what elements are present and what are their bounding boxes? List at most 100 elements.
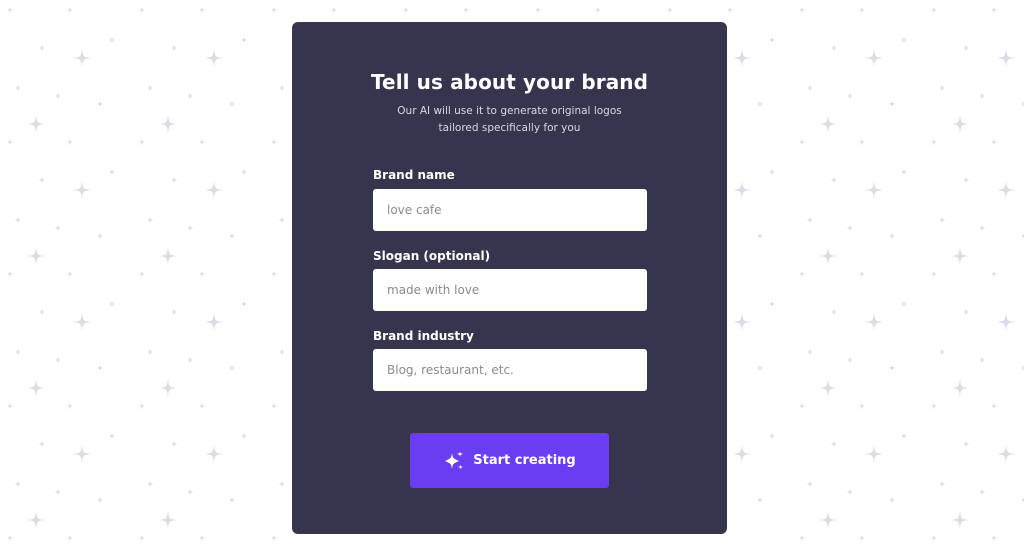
- sparkle-icon: [54, 224, 62, 232]
- sparkle-icon: [798, 6, 806, 14]
- sparkle-icon: [159, 247, 177, 265]
- sparkle-icon: [819, 247, 837, 265]
- sparkle-icon: [228, 232, 236, 240]
- sparkle-icon: [402, 6, 410, 14]
- sparkle-icon: [733, 49, 751, 67]
- sparkle-icon: [990, 402, 998, 410]
- sparkle-icon: [14, 348, 22, 356]
- sparkle-icon: [66, 402, 74, 410]
- sparkle-icon: [73, 313, 91, 331]
- sparkle-icon: [73, 181, 91, 199]
- sparkle-icon: [888, 496, 896, 504]
- sparkle-icon: [159, 379, 177, 397]
- sparkle-icon: [962, 44, 970, 52]
- slogan-input[interactable]: [373, 269, 647, 311]
- sparkle-icon: [846, 224, 854, 232]
- brand-name-input[interactable]: [373, 189, 647, 231]
- sparkle-icon: [27, 115, 45, 133]
- sparkle-icon: [228, 364, 236, 372]
- sparkle-icon: [198, 6, 206, 14]
- sparkle-icon: [1020, 496, 1024, 504]
- sparkle-icon: [73, 445, 91, 463]
- sparkle-icon: [198, 534, 206, 542]
- sparkle-icon: [14, 480, 22, 488]
- brand-form-card: Tell us about your brand Our AI will use…: [292, 22, 727, 534]
- sparkle-icon: [6, 402, 14, 410]
- sparkle-icon: [951, 0, 969, 1]
- sparkle-icon: [138, 270, 146, 278]
- sparkle-icon: [170, 176, 178, 184]
- sparkle-icon: [1020, 364, 1024, 372]
- sparkle-icon: [96, 100, 104, 108]
- sparkle-icon: [806, 84, 814, 92]
- sparkle-icon: [990, 138, 998, 146]
- sparkle-icon: [888, 232, 896, 240]
- sparkle-icon: [6, 270, 14, 278]
- sparkle-icon: [938, 348, 946, 356]
- sparkle-icon: [962, 176, 970, 184]
- sparkle-icon: [733, 181, 751, 199]
- sparkle-icon: [756, 496, 764, 504]
- sparkle-icon: [96, 232, 104, 240]
- sparkle-icon: [240, 36, 248, 44]
- brand-industry-label: Brand industry: [373, 329, 474, 343]
- sparkle-icon: [205, 181, 223, 199]
- sparkle-icon: [6, 138, 14, 146]
- sparkle-icon: [830, 440, 838, 448]
- sparkle-icon: [806, 480, 814, 488]
- sparkle-icon: [798, 270, 806, 278]
- sparkle-icon: [270, 6, 278, 14]
- sparkle-icon: [6, 534, 14, 542]
- sparkle-icon: [733, 313, 751, 331]
- brand-industry-input[interactable]: [373, 349, 647, 391]
- sparkle-icon: [54, 356, 62, 364]
- sparkle-icon: [66, 270, 74, 278]
- sparkle-icon: [858, 402, 866, 410]
- sparkle-icon: [768, 432, 776, 440]
- sparkle-icon: [73, 49, 91, 67]
- sparkle-icon: [930, 270, 938, 278]
- sparkle-icon: [6, 6, 14, 14]
- sparkle-icon: [938, 84, 946, 92]
- sparkle-icon: [54, 488, 62, 496]
- sparkle-icon: [205, 313, 223, 331]
- sparkle-icon: [951, 379, 969, 397]
- sparkle-icon: [798, 534, 806, 542]
- page: Tell us about your brand Our AI will use…: [0, 0, 1024, 557]
- sparkle-icon: [938, 216, 946, 224]
- sparkle-icon: [534, 6, 542, 14]
- sparkle-icon: [938, 480, 946, 488]
- sparkle-icon: [768, 36, 776, 44]
- sparkle-icon: [1020, 100, 1024, 108]
- sparkle-icon: [888, 100, 896, 108]
- sparkle-icon: [756, 364, 764, 372]
- sparkle-icon: [278, 216, 286, 224]
- sparkle-icon: [198, 138, 206, 146]
- sparkle-icon: [930, 6, 938, 14]
- start-creating-label: Start creating: [473, 453, 576, 468]
- sparkle-icon: [27, 247, 45, 265]
- sparkle-icon: [270, 534, 278, 542]
- slogan-label: Slogan (optional): [373, 249, 491, 263]
- sparkle-icon: [108, 168, 116, 176]
- sparkle-icon: [846, 488, 854, 496]
- sparkle-icon: [38, 176, 46, 184]
- sparkle-icon: [198, 402, 206, 410]
- sparkle-icon: [159, 511, 177, 529]
- sparkle-icon: [951, 115, 969, 133]
- sparkle-icon: [96, 364, 104, 372]
- sparkle-icon: [170, 440, 178, 448]
- sparkle-icon: [962, 308, 970, 316]
- sparkle-icon: [138, 534, 146, 542]
- sparkle-icon: [278, 480, 286, 488]
- sparkle-icon: [768, 168, 776, 176]
- sparkle-icon: [865, 181, 883, 199]
- start-creating-button[interactable]: Start creating: [410, 433, 609, 488]
- sparkle-icon: [38, 440, 46, 448]
- sparkle-icon: [228, 496, 236, 504]
- sparkle-icon: [138, 402, 146, 410]
- sparkle-icon: [900, 300, 908, 308]
- sparkle-icon: [990, 6, 998, 14]
- sparkle-icon: [978, 92, 986, 100]
- sparkle-icon: [806, 348, 814, 356]
